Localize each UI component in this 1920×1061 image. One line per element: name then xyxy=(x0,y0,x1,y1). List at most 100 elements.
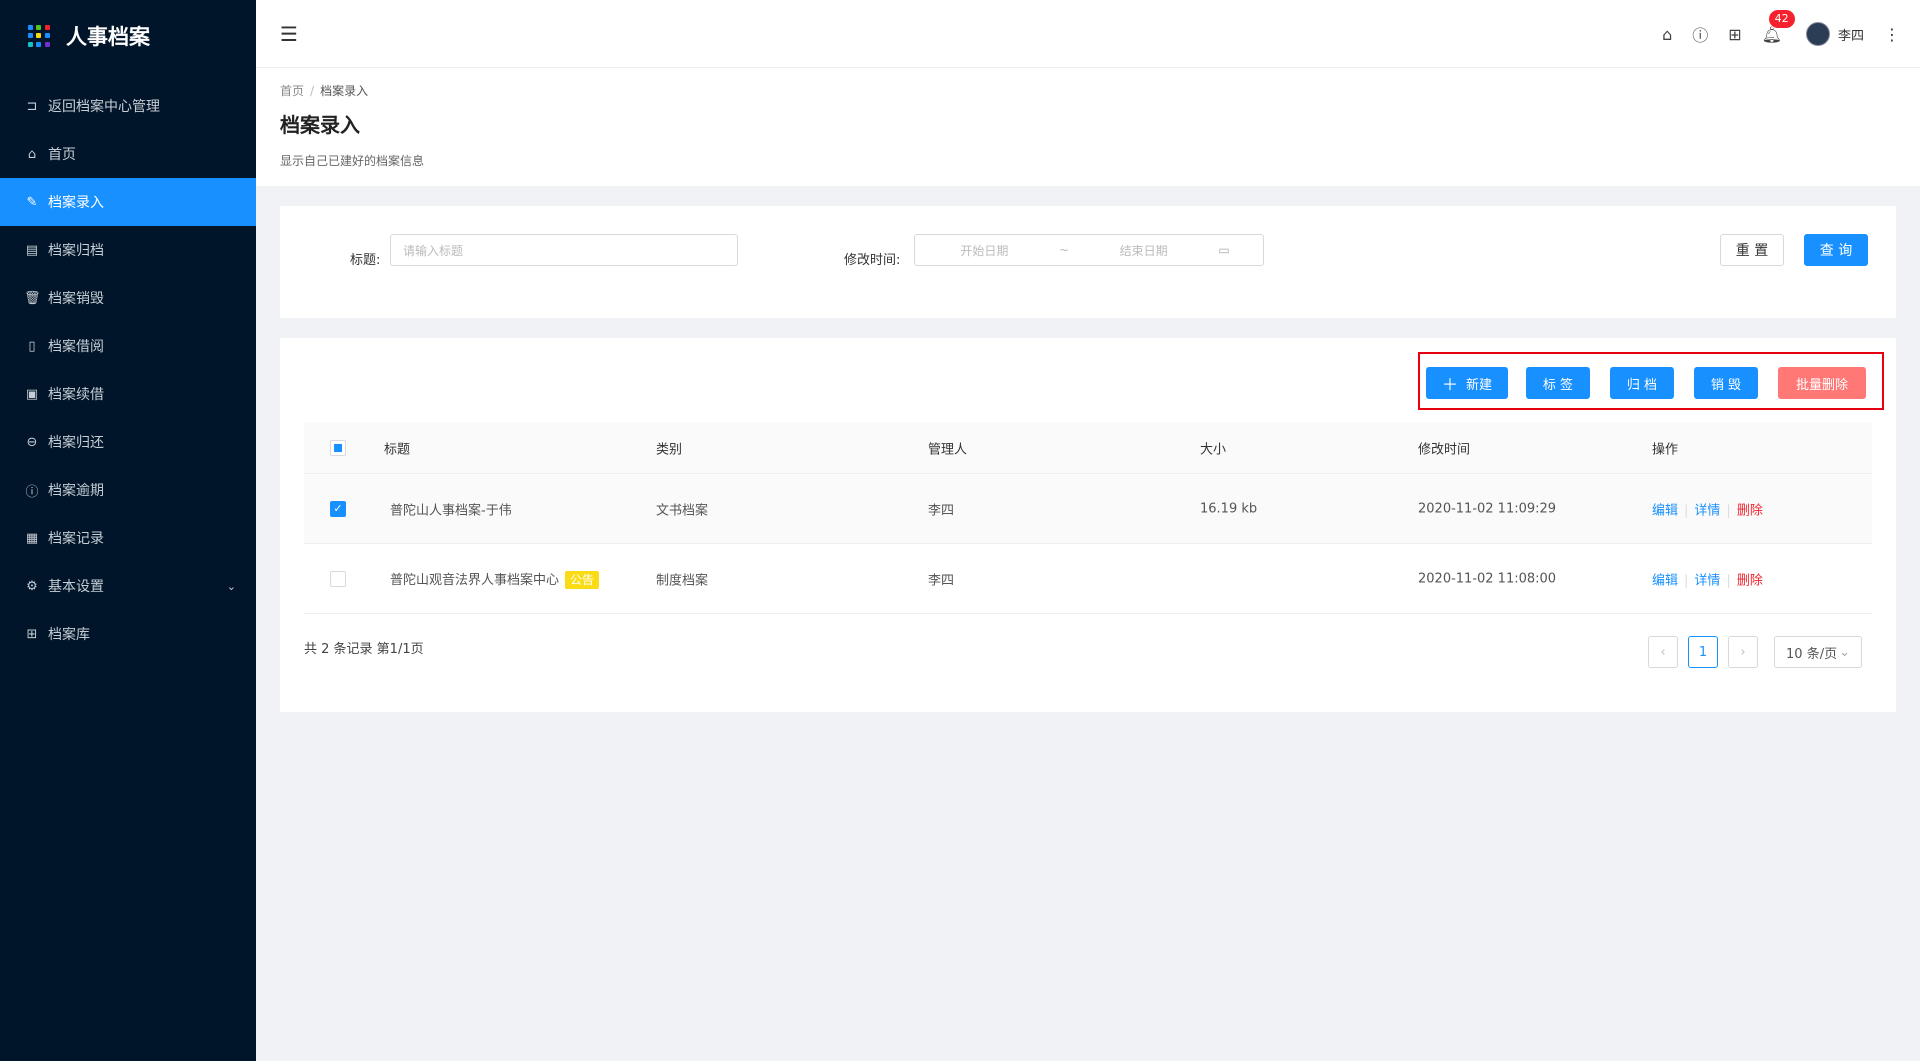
delete-link[interactable]: 删除 xyxy=(1737,573,1763,588)
row-title[interactable]: 普陀山观音法界人事档案中心 xyxy=(390,573,559,588)
tag-button[interactable]: 标 签 xyxy=(1526,367,1590,399)
select-all-checkbox[interactable] xyxy=(330,439,346,456)
renew-icon: ▣ xyxy=(25,386,39,402)
sidebar: 人事档案 ⊐ 返回档案中心管理 ⌂ 首页 ✎ 档案录入 ▤ 档案归档 🗑 档案销毁 ▯ 档案… xyxy=(0,0,256,1061)
chevron-left-icon: ‹ xyxy=(1660,644,1666,660)
help-icon[interactable]: ⓘ xyxy=(1692,22,1708,46)
col-title: 标题 xyxy=(384,442,411,457)
sidebar-item-label: 档案销毁 xyxy=(48,291,104,307)
apps-icon[interactable]: ⊞ xyxy=(1728,25,1741,44)
action-separator: | xyxy=(1726,503,1731,518)
sidebar-item-home[interactable]: ⌂ 首页 xyxy=(0,130,256,178)
sidebar-item-overdue[interactable]: ⓘ 档案逾期 xyxy=(0,466,256,514)
end-date-input[interactable]: 结束日期 xyxy=(1120,242,1168,259)
sidebar-item-label: 档案逾期 xyxy=(48,483,104,499)
new-button[interactable]: ＋ 新建 xyxy=(1426,367,1508,399)
batch-delete-button[interactable]: 批量删除 xyxy=(1778,367,1866,399)
logo-dot xyxy=(44,25,50,30)
row-checkbox[interactable] xyxy=(330,570,346,587)
col-actions: 操作 xyxy=(1652,442,1679,457)
sidebar-item-library[interactable]: ⊞ 档案库 xyxy=(0,610,256,658)
delete-link[interactable]: 删除 xyxy=(1737,503,1763,518)
sidebar-item-label: 档案续借 xyxy=(48,387,104,403)
clock-icon: ⓘ xyxy=(25,484,39,500)
date-range-picker[interactable]: 开始日期 ~ 结束日期 ▭ xyxy=(914,234,1264,266)
range-separator: ~ xyxy=(1058,243,1070,257)
plus-icon: ＋ xyxy=(1441,375,1458,394)
action-separator: | xyxy=(1684,573,1689,588)
row-title[interactable]: 普陀山人事档案-于伟 xyxy=(390,499,512,518)
title-placeholder: 请输入标题 xyxy=(403,243,464,258)
calendar-icon: ▭ xyxy=(1218,243,1230,257)
next-page-button[interactable]: › xyxy=(1728,636,1758,668)
avatar[interactable] xyxy=(1805,22,1830,46)
notice-tag: 公告 xyxy=(565,570,600,589)
top-header: ☰ ⌂ ⓘ ⊞ 🔔︎ 42 李四 ⋮ xyxy=(256,0,1920,68)
query-button[interactable]: 查 询 xyxy=(1804,234,1868,266)
sidebar-item-label: 档案录入 xyxy=(48,195,104,211)
col-size: 大小 xyxy=(1200,442,1227,457)
breadcrumb: 首页 / 档案录入 xyxy=(280,82,1896,99)
bell-icon[interactable]: 🔔︎ 42 xyxy=(1762,8,1796,44)
sidebar-item-record[interactable]: ▦ 档案记录 xyxy=(0,514,256,562)
archive-icon: ▤ xyxy=(25,242,39,258)
sidebar-item-label: 档案记录 xyxy=(48,531,104,547)
pagination-summary: 共 2 条记录 第1/1页 xyxy=(304,642,424,657)
trash-icon: 🗑 xyxy=(24,290,41,306)
start-date-input[interactable]: 开始日期 xyxy=(960,242,1008,259)
logo-dot xyxy=(28,41,33,47)
row-checkbox[interactable]: ✓ xyxy=(330,500,346,517)
breadcrumb-current: 档案录入 xyxy=(320,84,369,98)
prev-page-button[interactable]: ‹ xyxy=(1648,636,1678,668)
logo[interactable]: 人事档案 xyxy=(0,0,256,72)
sidebar-item-label: 基本设置 xyxy=(48,579,104,595)
sidebar-item-entry[interactable]: ✎ 档案录入 xyxy=(0,178,256,226)
destroy-button[interactable]: 销 毁 xyxy=(1694,367,1758,399)
page-size-select[interactable]: 10 条/页 ⌄ xyxy=(1774,636,1862,668)
sidebar-item-destroy[interactable]: 🗑 档案销毁 xyxy=(0,274,256,322)
action-separator: | xyxy=(1684,503,1689,518)
home-icon[interactable]: ⌂ xyxy=(1662,25,1672,44)
sidebar-item-label: 首页 xyxy=(48,147,76,163)
edit-link[interactable]: 编辑 xyxy=(1652,573,1678,588)
title-label: 标题: xyxy=(350,253,381,268)
page-size-value: 10 条/页 xyxy=(1786,646,1838,662)
sidebar-item-back[interactable]: ⊐ 返回档案中心管理 xyxy=(0,82,256,130)
archive-button[interactable]: 归 档 xyxy=(1610,367,1674,399)
file-icon: ▯ xyxy=(28,338,36,354)
logo-dot xyxy=(36,41,42,47)
row-category: 制度档案 xyxy=(656,573,709,588)
table-row: ✓ 普陀山人事档案-于伟 文书档案 李四 16.19 kb 2020-11-02… xyxy=(304,474,1872,544)
page-number-button[interactable]: 1 xyxy=(1688,636,1718,668)
col-modified: 修改时间 xyxy=(1418,442,1471,457)
logo-dot xyxy=(28,33,33,39)
row-actions: 编辑 | 详情 | 删除 xyxy=(1652,499,1763,518)
row-manager: 李四 xyxy=(928,573,955,588)
more-vertical-icon[interactable]: ⋮ xyxy=(1884,25,1900,44)
sidebar-item-archive[interactable]: ▤ 档案归档 xyxy=(0,226,256,274)
row-actions: 编辑 | 详情 | 删除 xyxy=(1652,569,1763,588)
col-manager: 管理人 xyxy=(928,442,968,457)
username[interactable]: 李四 xyxy=(1838,25,1864,44)
sidebar-menu: ⊐ 返回档案中心管理 ⌂ 首页 ✎ 档案录入 ▤ 档案归档 🗑 档案销毁 ▯ 档案借阅 ▣ 档… xyxy=(0,82,256,658)
breadcrumb-home[interactable]: 首页 xyxy=(280,84,304,98)
chevron-down-icon: ⌄ xyxy=(1839,644,1850,660)
sidebar-item-return[interactable]: ⊖ 档案归还 xyxy=(0,418,256,466)
record-icon: ▦ xyxy=(25,530,39,546)
sidebar-item-settings[interactable]: ⚙ 基本设置 ⌄ xyxy=(0,562,256,610)
edit-link[interactable]: 编辑 xyxy=(1652,503,1678,518)
table-toolbar: ＋ 新建 标 签 归 档 销 毁 批量删除 xyxy=(1418,352,1884,410)
detail-link[interactable]: 详情 xyxy=(1694,503,1720,518)
detail-link[interactable]: 详情 xyxy=(1694,573,1720,588)
sidebar-item-renew[interactable]: ▣ 档案续借 xyxy=(0,370,256,418)
menu-fold-icon[interactable]: ☰ xyxy=(280,24,298,44)
title-search-input[interactable]: 请输入标题 xyxy=(390,234,738,266)
row-title-cell: 普陀山观音法界人事档案中心 公告 xyxy=(390,569,600,589)
grid-icon: ⊞ xyxy=(26,626,38,642)
sidebar-item-borrow[interactable]: ▯ 档案借阅 xyxy=(0,322,256,370)
back-icon: ⊐ xyxy=(26,98,38,114)
reset-button[interactable]: 重 置 xyxy=(1720,234,1784,266)
row-manager: 李四 xyxy=(928,503,955,518)
sidebar-item-label: 档案库 xyxy=(48,627,90,643)
logo-dot xyxy=(44,41,50,47)
